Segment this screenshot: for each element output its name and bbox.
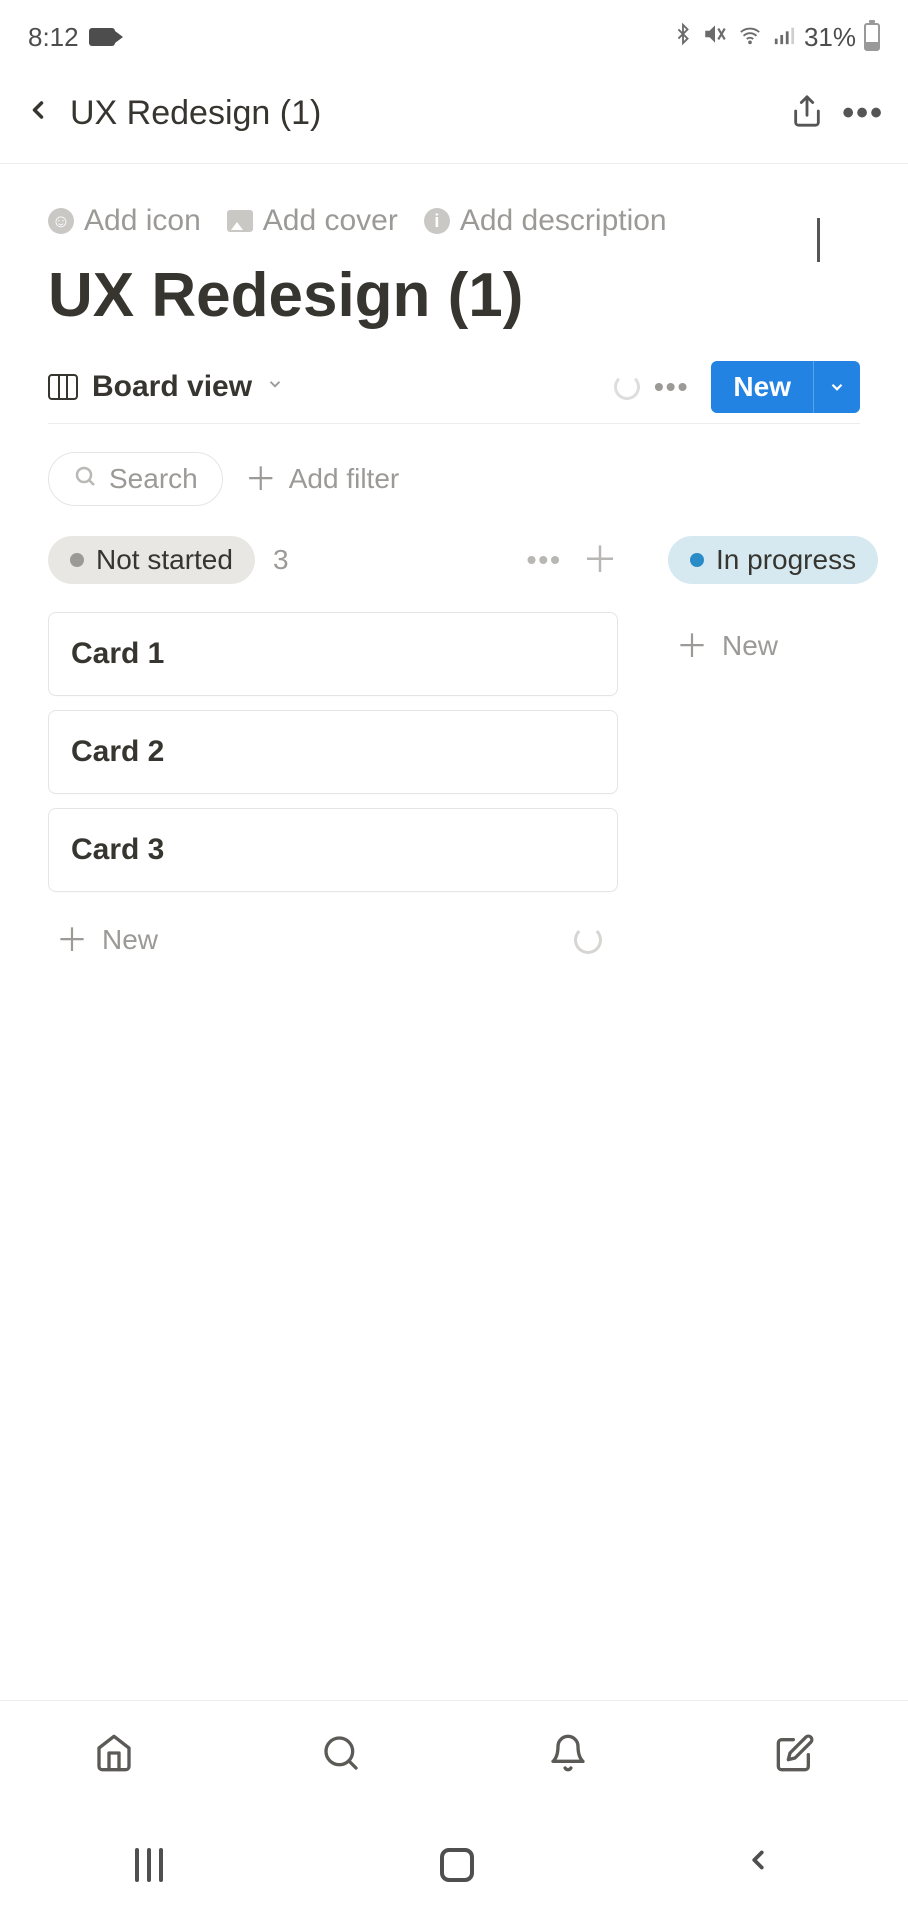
add-cover-label: Add cover xyxy=(263,204,398,238)
back-button[interactable] xyxy=(24,90,52,137)
status-dot-icon xyxy=(690,553,704,567)
page-options-row: ☺ Add icon Add cover i Add description xyxy=(0,164,908,238)
column-add-button[interactable]: ＋ xyxy=(582,542,618,578)
emoji-icon: ☺ xyxy=(48,208,74,234)
board-column: In progress ＋ New xyxy=(668,536,908,974)
status-right: 31% xyxy=(672,20,880,55)
new-button-group: New xyxy=(711,361,860,413)
column-new-label: New xyxy=(722,630,778,662)
column-count: 3 xyxy=(273,544,289,576)
search-input[interactable]: Search xyxy=(48,452,223,506)
android-system-nav xyxy=(0,1810,908,1920)
plus-icon: ＋ xyxy=(676,630,708,662)
top-nav: UX Redesign (1) ••• xyxy=(0,70,908,164)
view-selector[interactable]: Board view xyxy=(48,370,614,404)
battery-percent: 31% xyxy=(804,22,856,53)
column-new-button[interactable]: ＋ New xyxy=(668,612,908,680)
sys-home-button[interactable] xyxy=(440,1848,474,1882)
image-icon xyxy=(227,210,253,232)
recording-icon xyxy=(89,28,115,46)
status-left: 8:12 xyxy=(28,22,115,53)
bottom-app-bar xyxy=(0,1700,908,1810)
sys-back-button[interactable] xyxy=(743,1842,773,1888)
android-status-bar: 8:12 31% xyxy=(0,0,908,70)
add-icon-label: Add icon xyxy=(84,204,201,238)
plus-icon: ＋ xyxy=(56,924,88,956)
notifications-tab[interactable] xyxy=(548,1733,588,1778)
status-dot-icon xyxy=(70,553,84,567)
filter-row: Search ＋ Add filter xyxy=(0,442,908,536)
sys-recent-button[interactable] xyxy=(135,1848,171,1882)
add-description-button[interactable]: i Add description xyxy=(424,204,667,238)
compose-tab[interactable] xyxy=(775,1733,815,1778)
board-card[interactable]: Card 1 xyxy=(48,612,618,696)
search-tab[interactable] xyxy=(321,1733,361,1778)
column-new-button[interactable]: ＋ New xyxy=(48,906,618,974)
board-card[interactable]: Card 3 xyxy=(48,808,618,892)
signal-icon xyxy=(772,22,796,53)
divider xyxy=(48,423,860,424)
board-icon xyxy=(48,374,78,400)
page-more-button[interactable]: ••• xyxy=(842,94,884,133)
chevron-down-icon xyxy=(266,375,284,399)
share-button[interactable] xyxy=(790,92,824,135)
add-cover-button[interactable]: Add cover xyxy=(227,204,398,238)
page-breadcrumb-title[interactable]: UX Redesign (1) xyxy=(70,94,772,133)
home-tab[interactable] xyxy=(94,1733,134,1778)
column-more-button[interactable]: ••• xyxy=(527,544,562,576)
text-cursor xyxy=(817,218,820,262)
status-time: 8:12 xyxy=(28,22,79,53)
add-filter-button[interactable]: ＋ Add filter xyxy=(245,463,400,495)
search-placeholder: Search xyxy=(109,463,198,495)
column-name-label: In progress xyxy=(716,544,856,576)
column-actions: ••• ＋ xyxy=(527,542,618,578)
loading-spinner-icon xyxy=(614,374,640,400)
battery-icon xyxy=(864,23,880,51)
view-more-button[interactable]: ••• xyxy=(654,371,689,403)
add-description-label: Add description xyxy=(460,204,667,238)
page-title[interactable]: UX Redesign (1) xyxy=(0,238,908,361)
board: Not started3•••＋Card 1Card 2Card 3＋NewIn… xyxy=(0,536,908,974)
mute-icon xyxy=(702,21,728,54)
loading-spinner-icon xyxy=(574,926,602,954)
view-bar: Board view ••• New xyxy=(0,361,908,423)
plus-icon: ＋ xyxy=(245,463,277,495)
column-header: Not started 3 ••• ＋ xyxy=(48,536,618,584)
new-button[interactable]: New xyxy=(711,361,813,413)
add-icon-button[interactable]: ☺ Add icon xyxy=(48,204,201,238)
info-icon: i xyxy=(424,208,450,234)
view-name-label: Board view xyxy=(92,370,252,404)
column-name-label: Not started xyxy=(96,544,233,576)
column-status-pill[interactable]: Not started xyxy=(48,536,255,584)
search-icon xyxy=(73,463,97,495)
column-new-label: New xyxy=(102,924,158,956)
board-column: Not started 3 ••• ＋ Card 1 Card 2 Card 3 ＋ New xyxy=(48,536,618,974)
add-filter-label: Add filter xyxy=(289,463,400,495)
column-status-pill[interactable]: In progress xyxy=(668,536,878,584)
wifi-icon xyxy=(736,22,764,53)
board-card[interactable]: Card 2 xyxy=(48,710,618,794)
new-button-dropdown[interactable] xyxy=(813,361,860,413)
bluetooth-icon xyxy=(672,20,694,55)
column-header: In progress xyxy=(668,536,908,584)
